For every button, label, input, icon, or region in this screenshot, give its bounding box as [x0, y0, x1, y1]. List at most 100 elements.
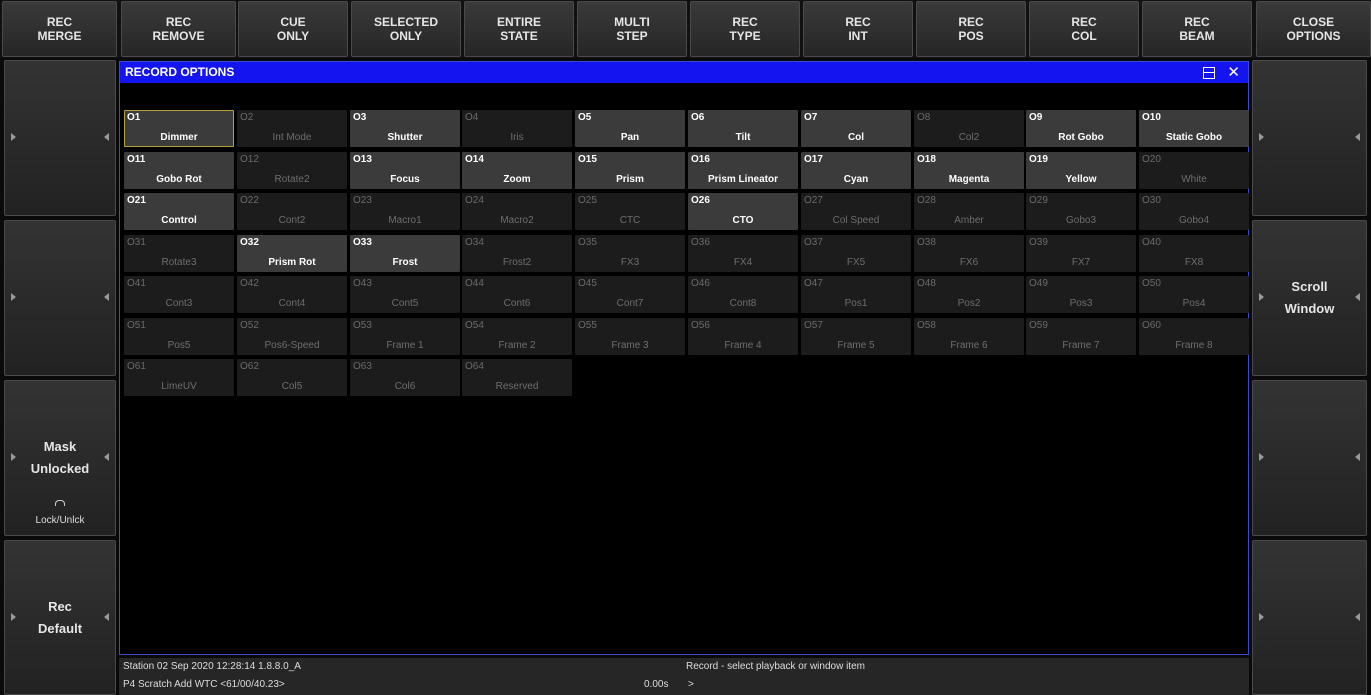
rec-beam-button[interactable]: REC BEAM	[1142, 1, 1252, 57]
option-cell[interactable]: O64 Reserved	[462, 359, 572, 396]
option-label: Frame 1	[386, 340, 424, 351]
option-cell[interactable]: O51 Pos5	[124, 318, 234, 355]
option-cell[interactable]: O21 Control	[124, 193, 234, 230]
option-number: O44	[465, 278, 484, 289]
option-number: O31	[127, 237, 146, 248]
option-cell[interactable]: O61 LimeUV	[124, 359, 234, 396]
option-cell[interactable]: O48 Pos2	[914, 276, 1024, 313]
selected-only-button[interactable]: SELECTED ONLY	[351, 1, 461, 57]
close-options-button[interactable]: CLOSE OPTIONS	[1256, 1, 1371, 57]
option-cell[interactable]: O26 CTO	[688, 193, 798, 230]
option-cell[interactable]: O50 Pos4	[1139, 276, 1249, 313]
option-cell[interactable]: O2 Int Mode	[237, 110, 347, 147]
option-cell[interactable]: O59 Frame 7	[1026, 318, 1136, 355]
option-cell[interactable]: O56 Frame 4	[688, 318, 798, 355]
right-side-button-3[interactable]	[1252, 380, 1367, 536]
right-side-button-4[interactable]	[1252, 540, 1367, 695]
option-label: Macro1	[388, 215, 422, 226]
option-cell[interactable]: O16 Prism Lineator	[688, 152, 798, 189]
right-side-button-1[interactable]	[1252, 60, 1367, 216]
window-title-bar[interactable]: RECORD OPTIONS ✕	[120, 62, 1248, 83]
option-cell[interactable]: O54 Frame 2	[462, 318, 572, 355]
option-cell[interactable]: O31 Rotate3	[124, 235, 234, 272]
option-cell[interactable]: O5 Pan	[575, 110, 685, 147]
option-cell[interactable]: O32 Prism Rot	[237, 235, 347, 272]
command-line-input[interactable]: >	[688, 679, 694, 690]
option-number: O33	[353, 237, 372, 248]
option-cell[interactable]: O60 Frame 8	[1139, 318, 1249, 355]
option-cell[interactable]: O46 Cont8	[688, 276, 798, 313]
left-side-button-1[interactable]	[4, 60, 116, 216]
option-number: O10	[1142, 112, 1161, 123]
option-cell[interactable]: O23 Macro1	[350, 193, 460, 230]
option-cell[interactable]: O40 FX8	[1139, 235, 1249, 272]
option-cell[interactable]: O22 Cont2	[237, 193, 347, 230]
left-side-button-2[interactable]	[4, 220, 116, 376]
option-cell[interactable]: O63 Col6	[350, 359, 460, 396]
option-cell[interactable]: O14 Zoom	[462, 152, 572, 189]
option-cell[interactable]: O43 Cont5	[350, 276, 460, 313]
option-cell[interactable]: O11 Gobo Rot	[124, 152, 234, 189]
rec-col-button[interactable]: REC COL	[1029, 1, 1139, 57]
option-cell[interactable]: O34 Frost2	[462, 235, 572, 272]
option-cell[interactable]: O8 Col2	[914, 110, 1024, 147]
option-cell[interactable]: O52 Pos6-Speed	[237, 318, 347, 355]
option-cell[interactable]: O24 Macro2	[462, 193, 572, 230]
rec-pos-button[interactable]: REC POS	[916, 1, 1026, 57]
lock-unlock-control[interactable]: Lock/Unlck	[5, 488, 115, 527]
arrow-right-icon	[11, 133, 16, 141]
option-cell[interactable]: O37 FX5	[801, 235, 911, 272]
option-label: Focus	[390, 174, 420, 185]
option-cell[interactable]: O1 Dimmer	[124, 110, 234, 147]
option-cell[interactable]: O4 Iris	[462, 110, 572, 147]
option-cell[interactable]: O12 Rotate2	[237, 152, 347, 189]
option-cell[interactable]: O38 FX6	[914, 235, 1024, 272]
station-status-text: Station 02 Sep 2020 12:28:14 1.8.8.0_A	[123, 661, 301, 672]
mask-unlocked-button[interactable]: Mask Unlocked Lock/Unlck	[4, 380, 116, 536]
scroll-window-button[interactable]: Scroll Window	[1252, 220, 1367, 376]
rec-int-button[interactable]: REC INT	[803, 1, 913, 57]
option-cell[interactable]: O18 Magenta	[914, 152, 1024, 189]
rec-remove-button[interactable]: REC REMOVE	[121, 1, 236, 57]
option-cell[interactable]: O19 Yellow	[1026, 152, 1136, 189]
option-cell[interactable]: O57 Frame 5	[801, 318, 911, 355]
cue-only-button[interactable]: CUE ONLY	[238, 1, 348, 57]
option-cell[interactable]: O55 Frame 3	[575, 318, 685, 355]
option-cell[interactable]: O20 White	[1139, 152, 1249, 189]
rec-type-button[interactable]: REC TYPE	[690, 1, 800, 57]
option-cell[interactable]: O49 Pos3	[1026, 276, 1136, 313]
option-cell[interactable]: O44 Cont6	[462, 276, 572, 313]
close-icon[interactable]: ✕	[1227, 62, 1240, 83]
option-cell[interactable]: O47 Pos1	[801, 276, 911, 313]
option-cell[interactable]: O45 Cont7	[575, 276, 685, 313]
option-cell[interactable]: O25 CTC	[575, 193, 685, 230]
rec-default-button[interactable]: Rec Default	[4, 540, 116, 695]
option-cell[interactable]: O15 Prism	[575, 152, 685, 189]
option-cell[interactable]: O17 Cyan	[801, 152, 911, 189]
option-cell[interactable]: O62 Col5	[237, 359, 347, 396]
option-cell[interactable]: O28 Amber	[914, 193, 1024, 230]
option-cell[interactable]: O33 Frost	[350, 235, 460, 272]
option-cell[interactable]: O39 FX7	[1026, 235, 1136, 272]
restore-icon[interactable]	[1203, 67, 1215, 79]
option-label: Rotate3	[161, 257, 197, 268]
option-cell[interactable]: O27 Col Speed	[801, 193, 911, 230]
entire-state-button[interactable]: ENTIRE STATE	[464, 1, 574, 57]
option-cell[interactable]: O36 FX4	[688, 235, 798, 272]
option-cell[interactable]: O3 Shutter	[350, 110, 460, 147]
option-cell[interactable]: O6 Tilt	[688, 110, 798, 147]
option-label: Pos1	[844, 298, 868, 309]
option-cell[interactable]: O42 Cont4	[237, 276, 347, 313]
option-cell[interactable]: O9 Rot Gobo	[1026, 110, 1136, 147]
option-cell[interactable]: O29 Gobo3	[1026, 193, 1136, 230]
option-cell[interactable]: O35 FX3	[575, 235, 685, 272]
option-cell[interactable]: O41 Cont3	[124, 276, 234, 313]
multi-step-button[interactable]: MULTI STEP	[577, 1, 687, 57]
option-cell[interactable]: O58 Frame 6	[914, 318, 1024, 355]
option-cell[interactable]: O13 Focus	[350, 152, 460, 189]
option-cell[interactable]: O7 Col	[801, 110, 911, 147]
option-cell[interactable]: O30 Gobo4	[1139, 193, 1249, 230]
option-cell[interactable]: O10 Static Gobo	[1139, 110, 1249, 147]
rec-merge-button[interactable]: REC MERGE	[2, 1, 117, 57]
option-cell[interactable]: O53 Frame 1	[350, 318, 460, 355]
